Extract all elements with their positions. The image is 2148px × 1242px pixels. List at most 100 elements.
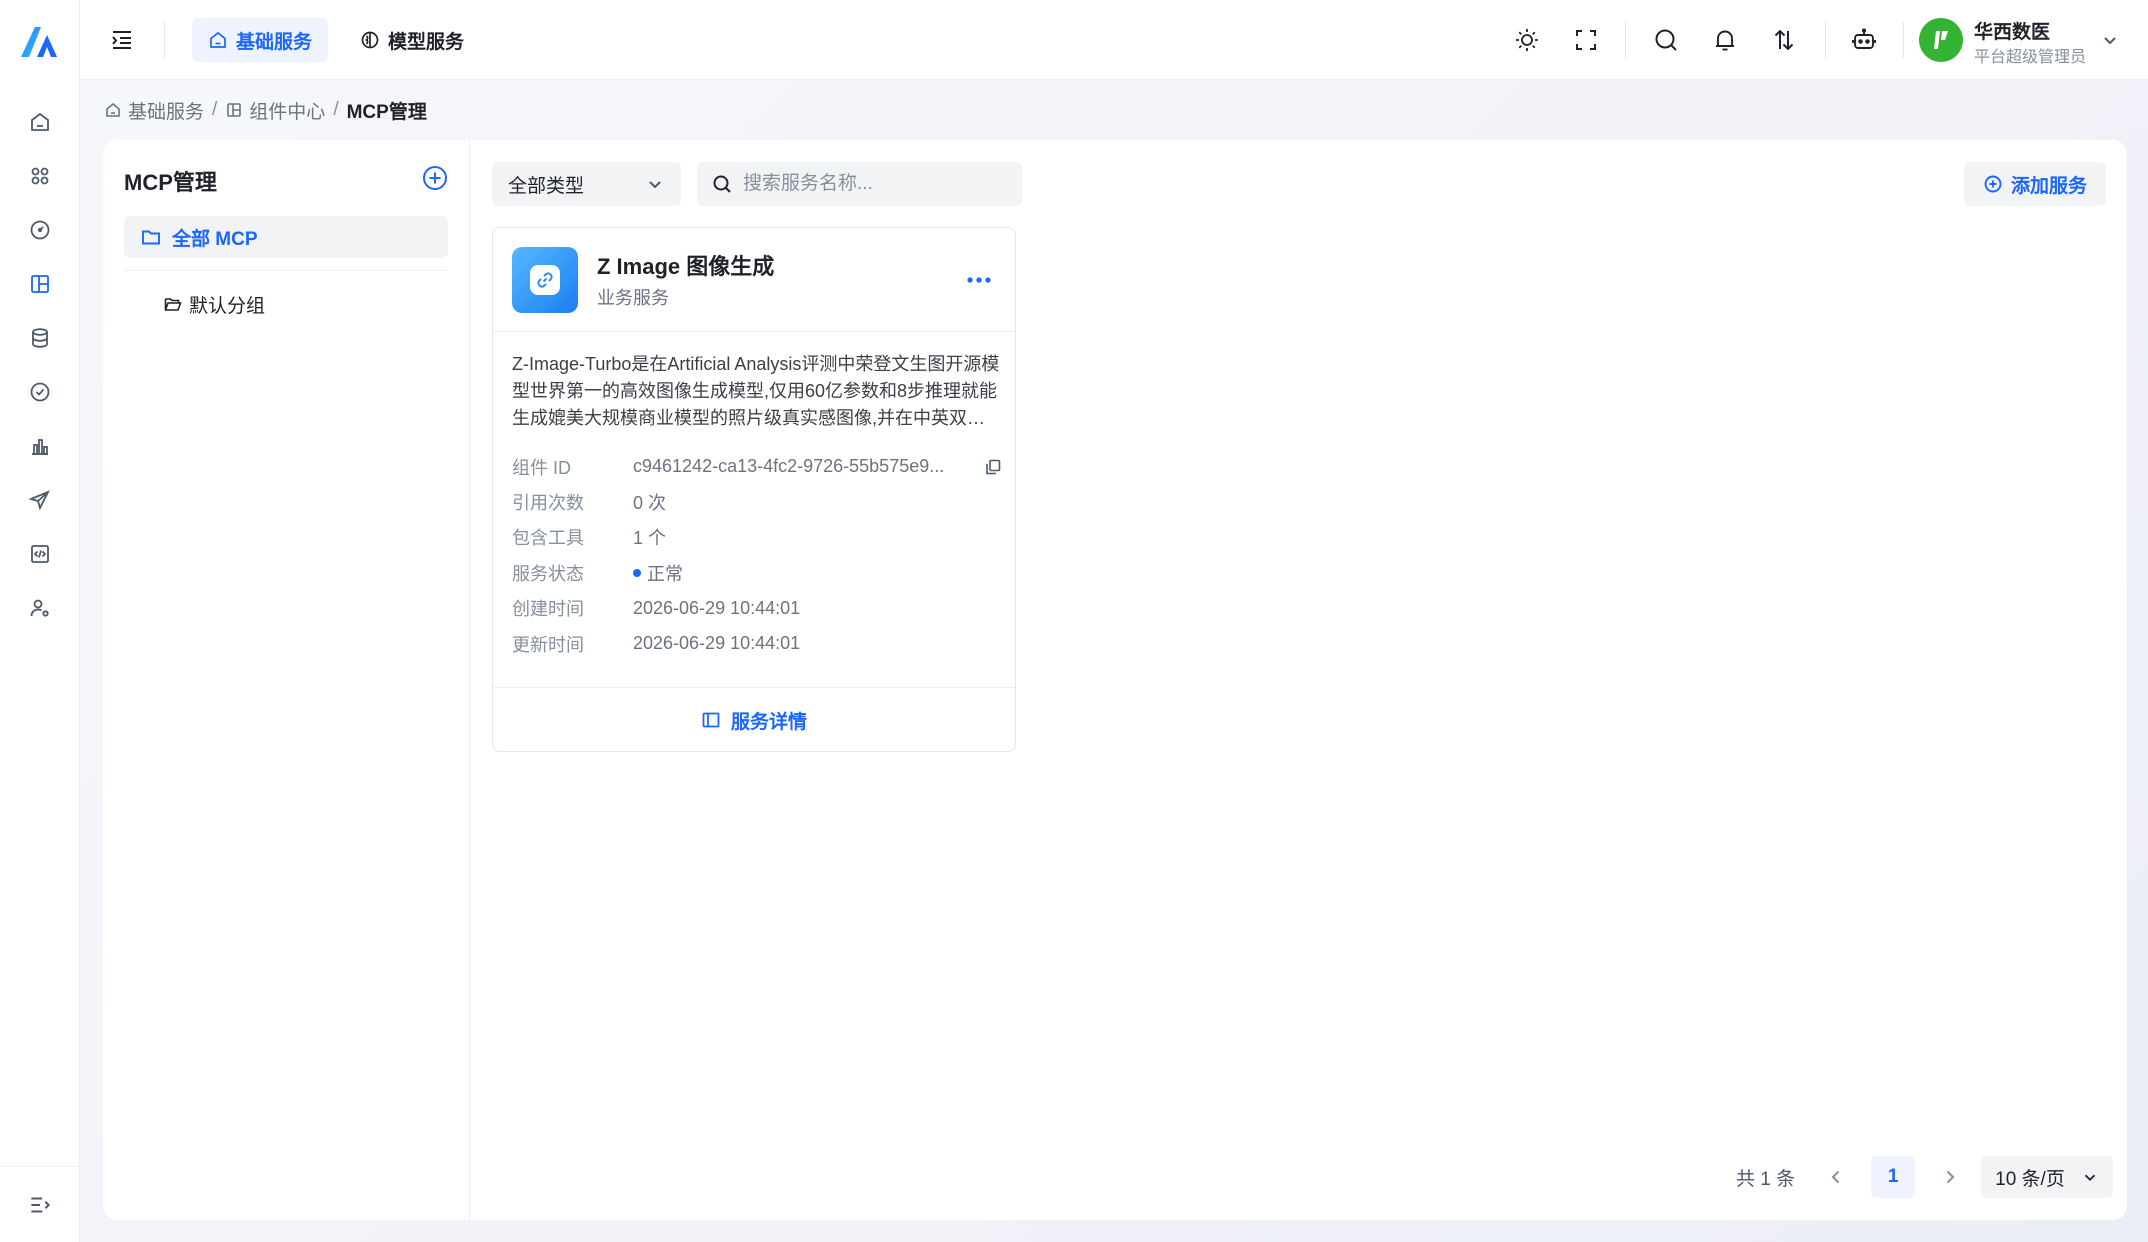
pagination-next-button[interactable]: [1935, 1162, 1965, 1192]
component-id-value: c9461242-ca13-4fc2-9726-55b575e9...: [633, 456, 945, 477]
theme-toggle-button[interactable]: [1512, 25, 1542, 55]
home-icon: [210, 31, 226, 48]
breadcrumb: 基础服务 / 组件中心 / MCP管理: [104, 97, 427, 123]
breadcrumb-label: 基础服务: [128, 101, 205, 123]
sidebar-collapse-button[interactable]: [0, 1166, 80, 1242]
breadcrumb-item-component-center[interactable]: 组件中心: [225, 97, 325, 124]
pagination: 共 1 条 1 10 条/页: [1736, 1156, 2114, 1198]
swap-vertical-icon: [1774, 29, 1794, 51]
components-icon: [31, 275, 49, 293]
info-value: 2026-06-29 10:44:01: [633, 633, 801, 654]
pagination-prev-button[interactable]: [1821, 1162, 1851, 1192]
sun-icon: [1516, 29, 1538, 51]
info-key: 组件 ID: [512, 457, 572, 478]
sidebar-item-apps[interactable]: [0, 149, 80, 203]
sidebar-item-publish[interactable]: [0, 473, 80, 527]
user-avatar[interactable]: [1919, 18, 1963, 62]
chevron-down-icon: [2084, 1174, 2096, 1181]
sidebar-nav: [0, 95, 80, 635]
assistant-button[interactable]: [1849, 25, 1879, 55]
service-detail-button[interactable]: 服务详情: [493, 688, 1015, 752]
top-divider: [1625, 22, 1626, 58]
search-icon: [713, 175, 731, 193]
info-key: 更新时间: [512, 634, 584, 655]
copy-icon[interactable]: [984, 458, 1002, 476]
app-logo[interactable]: [19, 25, 59, 59]
user-name[interactable]: 华西数医: [1974, 17, 2050, 44]
sort-switch-button[interactable]: [1769, 25, 1799, 55]
breadcrumb-current: MCP管理: [346, 101, 427, 123]
breadcrumb-separator: /: [333, 99, 339, 120]
info-key: 创建时间: [512, 599, 584, 620]
sidebar-item-users[interactable]: [0, 581, 80, 635]
fullscreen-button[interactable]: [1571, 25, 1601, 55]
brain-icon: [361, 31, 379, 49]
top-divider: [164, 22, 165, 58]
service-description: Z-Image-Turbo是在Artificial Analysis评测中荣登文…: [512, 354, 1000, 428]
bar-chart-icon: [32, 439, 48, 455]
service-more-button[interactable]: [964, 265, 994, 295]
page-size-value: 10 条/页: [1995, 1168, 2065, 1190]
folder-icon: [142, 230, 160, 245]
breadcrumb-item-basic-services[interactable]: 基础服务: [104, 97, 204, 124]
chevron-down-icon: [2104, 37, 2116, 45]
info-value: c9461242-ca13-4fc2-9726-55b575e9...: [633, 456, 1002, 477]
user-menu-toggle[interactable]: [2100, 30, 2120, 50]
service-name[interactable]: Z Image 图像生成: [597, 249, 774, 281]
tree-divider: [124, 270, 448, 271]
pagination-total: 共 1 条: [1736, 1168, 1796, 1190]
tree-item-all-mcp[interactable]: 全部 MCP: [124, 216, 448, 258]
sidebar-item-database[interactable]: [0, 311, 80, 365]
collapse-icon: [31, 1197, 51, 1212]
info-value: 正常: [633, 560, 1002, 586]
tab-basic-services[interactable]: 基础服务: [192, 18, 329, 62]
tab-model-services[interactable]: 模型服务: [344, 18, 480, 62]
search-button[interactable]: [1651, 25, 1681, 55]
add-service-label: 添加服务: [2010, 175, 2087, 197]
apps-icon: [31, 167, 49, 185]
service-detail-label: 服务详情: [730, 711, 807, 733]
service-logo: [512, 247, 578, 313]
menu-toggle-button[interactable]: [108, 26, 136, 54]
search-input[interactable]: [743, 173, 1003, 195]
sidebar-item-components[interactable]: [0, 257, 80, 311]
fullscreen-icon: [1576, 30, 1596, 50]
components-icon: [227, 103, 242, 117]
type-filter-select[interactable]: 全部类型: [492, 162, 681, 206]
info-row-status: 服务状态 正常: [512, 555, 1002, 590]
dashboard-icon: [30, 220, 50, 240]
add-service-button[interactable]: 添加服务: [1964, 162, 2106, 206]
notifications-button[interactable]: [1710, 25, 1740, 55]
robot-icon: [1852, 28, 1876, 49]
sidebar-item-dashboard[interactable]: [0, 203, 80, 257]
search-field: [697, 162, 1022, 206]
sidebar-item-tasks[interactable]: [0, 365, 80, 419]
user-settings-icon: [30, 599, 49, 617]
folder-open-icon: [164, 298, 182, 311]
check-circle-icon: [30, 382, 50, 402]
main-content: MCP管理 全部 MCP 默认分组 全部类型 添加服务 Z Image: [103, 140, 2127, 1220]
service-info: 组件 ID c9461242-ca13-4fc2-9726-55b575e9..…: [512, 449, 1002, 661]
tree-item-default-group[interactable]: 默认分组: [163, 284, 265, 324]
panel-title: MCP管理: [124, 170, 217, 195]
sidebar: [0, 0, 80, 1242]
service-card: Z Image 图像生成 业务服务 Z-Image-Turbo是在Artific…: [492, 227, 1016, 752]
home-icon: [106, 102, 120, 117]
org-logo-icon: [1934, 31, 1948, 49]
sidebar-item-analytics[interactable]: [0, 419, 80, 473]
add-group-button[interactable]: [421, 164, 449, 192]
info-value: 2026-06-29 10:44:01: [633, 597, 801, 618]
info-row-component-id: 组件 ID c9461242-ca13-4fc2-9726-55b575e9..…: [512, 449, 1002, 484]
home-icon: [31, 112, 49, 131]
user-role: 平台超级管理员: [1974, 49, 2087, 66]
breadcrumb-label: 组件中心: [249, 101, 326, 123]
info-row-updated: 更新时间 2026-06-29 10:44:01: [512, 626, 1002, 661]
pagination-page-1[interactable]: 1: [1871, 1156, 1916, 1198]
page-size-select[interactable]: 10 条/页: [1981, 1156, 2114, 1198]
card-divider: [493, 331, 1015, 332]
indent-icon: [112, 31, 131, 49]
sidebar-item-code[interactable]: [0, 527, 80, 581]
sidebar-item-home[interactable]: [0, 95, 80, 149]
service-logo-badge: [530, 265, 560, 295]
send-icon: [28, 490, 50, 511]
